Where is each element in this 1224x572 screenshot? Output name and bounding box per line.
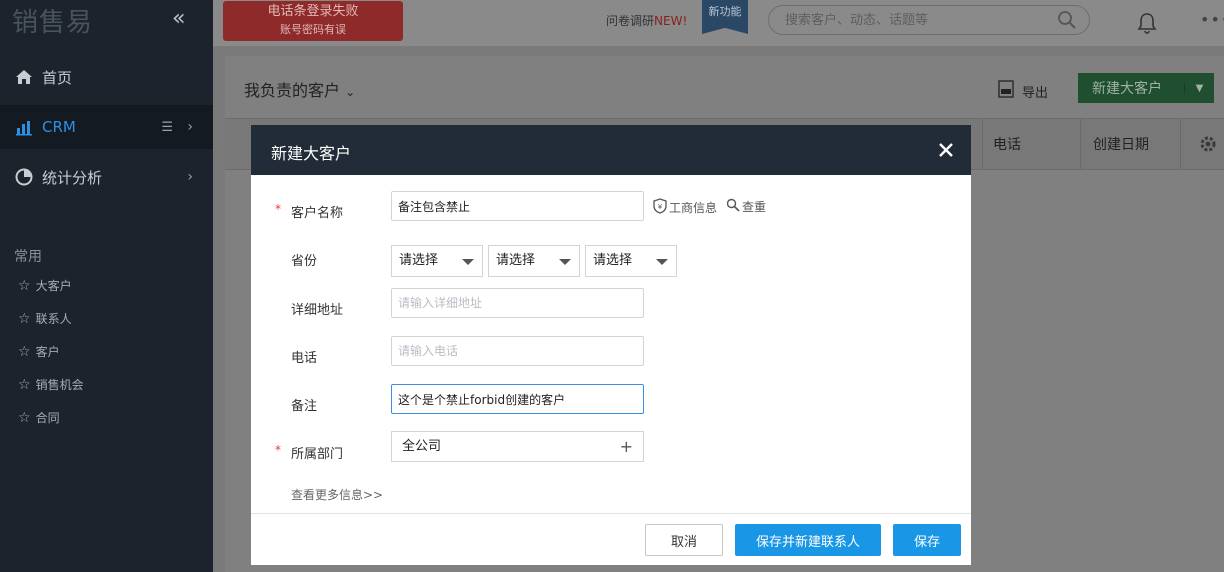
department-value: 全公司: [402, 439, 442, 454]
caret-down-icon: [462, 259, 474, 265]
note-label: 备注: [291, 399, 318, 414]
new-badge: NEW!: [654, 14, 688, 28]
district-select[interactable]: 请选择: [585, 245, 677, 277]
address-input[interactable]: [391, 288, 644, 318]
survey-link[interactable]: 问卷调研NEW!: [606, 12, 687, 29]
error-subtitle: 账号密码有误: [280, 23, 346, 36]
view-selector[interactable]: 我负责的客户 ⌄: [244, 77, 355, 101]
select-value: 请选择: [496, 253, 536, 268]
pie-chart-icon: [14, 167, 34, 187]
column-header-created-date[interactable]: 创建日期: [1093, 134, 1149, 154]
dialog-header: 新建大客户: [251, 125, 971, 175]
favorites-section-title: 常用: [14, 249, 42, 265]
favorite-item[interactable]: ☆ 合同: [18, 409, 60, 426]
select-value: 请选择: [593, 253, 633, 268]
department-selector[interactable]: 全公司 +: [391, 431, 644, 462]
phone-input[interactable]: [391, 336, 644, 366]
duplicate-check-label: 查重: [742, 200, 767, 214]
column-divider: [1180, 118, 1181, 170]
nav-item-analytics[interactable]: 统计分析 ›: [0, 155, 213, 199]
favorite-label: 合同: [35, 411, 60, 425]
notification-bell-icon[interactable]: [1137, 12, 1157, 38]
save-and-new-contact-button[interactable]: 保存并新建联系人: [735, 524, 881, 556]
svg-text:¥: ¥: [658, 203, 663, 211]
dialog-footer: 取消 保存并新建联系人 保存: [251, 513, 971, 565]
favorite-label: 大客户: [35, 279, 72, 293]
favorite-item[interactable]: ☆ 客户: [18, 343, 60, 360]
new-key-account-dialog: 新建大客户 * 客户名称 ¥ 工商信息 查重 省份 请选择 请选择 请选择 详细…: [251, 125, 971, 565]
required-marker: *: [275, 202, 281, 216]
dialog-title: 新建大客户: [271, 144, 352, 163]
chevron-right-icon: ›: [187, 119, 193, 135]
new-key-account-button[interactable]: 新建大客户 ▼: [1078, 73, 1214, 103]
nav-label-crm: CRM: [42, 118, 76, 136]
error-title: 电话条登录失败: [267, 4, 359, 19]
nav-label-analytics: 统计分析: [42, 168, 103, 187]
plus-icon[interactable]: +: [620, 432, 633, 461]
favorite-label: 销售机会: [35, 378, 84, 392]
favorite-item[interactable]: ☆ 销售机会: [18, 376, 84, 393]
city-select[interactable]: 请选择: [488, 245, 580, 277]
bar-chart-icon: [14, 117, 34, 137]
app-logo: 销售易: [12, 8, 94, 38]
search-icon: [726, 198, 740, 215]
customer-name-input[interactable]: [391, 191, 644, 221]
caret-down-icon: [559, 259, 571, 265]
address-label: 详细地址: [291, 303, 344, 318]
favorite-item[interactable]: ☆ 联系人: [18, 310, 72, 327]
excel-icon: [998, 80, 1014, 102]
export-button[interactable]: 导出: [998, 80, 1048, 102]
province-label: 省份: [291, 254, 318, 269]
nav-item-home[interactable]: 首页: [0, 55, 213, 99]
column-divider: [1080, 118, 1081, 170]
business-info-label: 工商信息: [669, 201, 718, 215]
favorite-label: 联系人: [35, 312, 72, 326]
new-button-label: 新建大客户: [1092, 81, 1162, 97]
search-icon[interactable]: [1057, 10, 1077, 34]
chevron-down-icon[interactable]: ▼: [1184, 82, 1214, 94]
nav-label-home: 首页: [42, 68, 73, 87]
department-label: 所属部门: [291, 447, 344, 462]
sidebar: 销售易 « 首页 CRM ☰ › 统计分析 › 常用 ☆ 大客户 ☆ 联系人 ☆ 客户…: [0, 0, 213, 572]
export-label: 导出: [1022, 85, 1049, 101]
star-icon: ☆: [18, 376, 31, 393]
list-settings-icon[interactable]: ☰: [161, 120, 173, 135]
column-header-phone[interactable]: 电话: [993, 134, 1021, 154]
show-more-info-link[interactable]: 查看更多信息>>: [291, 486, 383, 503]
customer-name-label: 客户名称: [291, 206, 344, 221]
shield-icon: ¥: [653, 198, 667, 217]
province-select[interactable]: 请选择: [391, 245, 483, 277]
cancel-button[interactable]: 取消: [645, 524, 723, 556]
star-icon: ☆: [18, 343, 31, 360]
page-title: 我负责的客户: [244, 81, 341, 100]
search-input[interactable]: [785, 6, 1045, 34]
favorite-item[interactable]: ☆ 大客户: [18, 277, 72, 294]
star-icon: ☆: [18, 310, 31, 327]
duplicate-check-link[interactable]: 查重: [726, 198, 766, 215]
save-button[interactable]: 保存: [893, 524, 961, 556]
caret-down-icon: [656, 259, 668, 265]
home-icon: [14, 67, 34, 87]
required-marker: *: [275, 443, 281, 457]
close-icon[interactable]: [935, 139, 957, 161]
column-divider: [982, 118, 983, 170]
star-icon: ☆: [18, 409, 31, 426]
select-value: 请选择: [399, 253, 439, 268]
phone-login-error-banner[interactable]: 电话条登录失败 账号密码有误: [223, 1, 403, 41]
nav-item-crm[interactable]: CRM ☰ ›: [0, 105, 213, 149]
phone-label: 电话: [291, 351, 318, 366]
chevron-right-icon: ›: [187, 169, 193, 185]
business-info-link[interactable]: ¥ 工商信息: [653, 198, 717, 217]
collapse-sidebar-icon[interactable]: «: [172, 6, 185, 31]
gear-icon[interactable]: [1198, 134, 1218, 158]
more-options-icon[interactable]: •••: [1200, 10, 1224, 29]
star-icon: ☆: [18, 277, 31, 294]
survey-label: 问卷调研: [606, 14, 655, 28]
note-input[interactable]: [391, 384, 644, 414]
favorite-label: 客户: [35, 345, 60, 359]
global-search[interactable]: [768, 5, 1090, 35]
chevron-down-icon: ⌄: [345, 85, 356, 99]
